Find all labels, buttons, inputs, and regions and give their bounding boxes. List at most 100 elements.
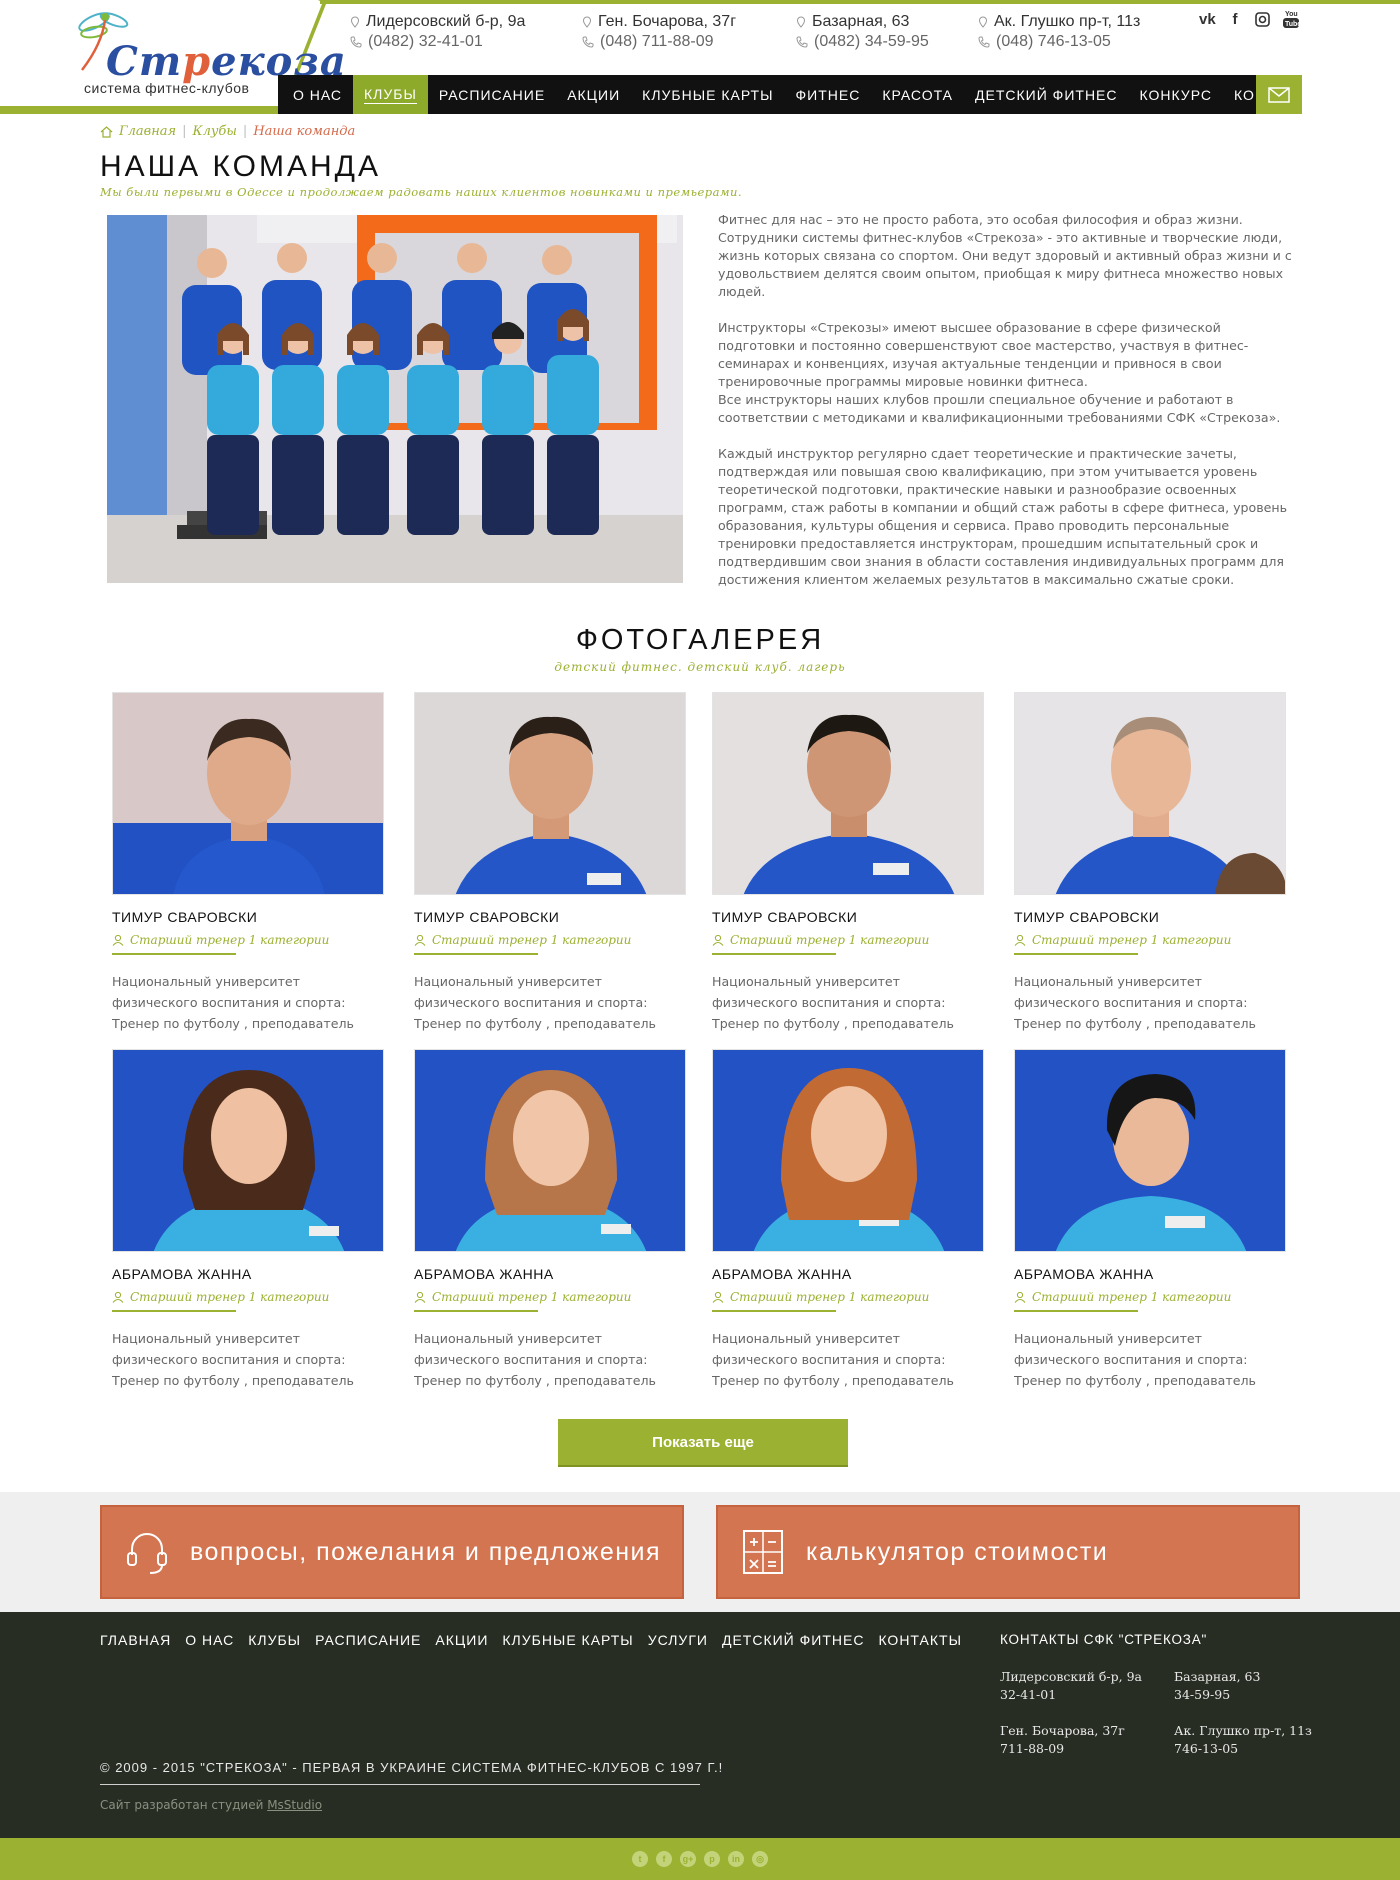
trainer-card[interactable]: ТИМУР СВАРОВСКИ Старший тренер 1 категор…	[1014, 692, 1286, 1034]
footer-contact: Лидерсовский б-р, 9а 32-41-01	[1000, 1668, 1142, 1704]
nav-item-beauty[interactable]: КРАСОТА	[871, 75, 964, 114]
trainer-portrait	[113, 1050, 383, 1251]
trainer-portrait	[713, 693, 983, 894]
trainer-description: Национальный университет физического вос…	[414, 1331, 656, 1388]
price-calculator-button[interactable]: калькулятор стоимости	[716, 1505, 1300, 1599]
user-icon	[112, 934, 124, 946]
club-address-3: Базарная, 63 (0482) 34-59-95	[796, 12, 929, 52]
footer-nav-club-cards[interactable]: КЛУБНЫЕ КАРТЫ	[502, 1632, 633, 1648]
trainer-role: Старший тренер 1 категории	[112, 933, 384, 947]
calculator-label: калькулятор стоимости	[806, 1537, 1109, 1566]
twitter-icon[interactable]: t	[632, 1851, 648, 1867]
home-icon[interactable]	[100, 125, 113, 138]
trainer-description: Национальный университет физического вос…	[112, 1331, 354, 1388]
footer-contact-phone[interactable]: 34-59-95	[1174, 1686, 1260, 1704]
trainer-description: Национальный университет физического вос…	[414, 974, 656, 1031]
trainer-name[interactable]: АБРАМОВА ЖАННА	[112, 1266, 384, 1282]
linkedin-icon[interactable]: in	[728, 1851, 744, 1867]
trainer-photo[interactable]	[414, 692, 686, 895]
developer-link[interactable]: MsStudio	[267, 1798, 322, 1812]
trainer-card[interactable]: ТИМУР СВАРОВСКИ Старший тренер 1 категор…	[712, 692, 984, 1034]
trainer-role: Старший тренер 1 категории	[712, 933, 984, 947]
trainer-photo[interactable]	[712, 692, 984, 895]
show-more-button[interactable]: Показать еще	[558, 1419, 848, 1467]
pinterest-icon[interactable]: p	[704, 1851, 720, 1867]
footer-nav-promotions[interactable]: АКЦИИ	[435, 1632, 488, 1648]
facebook-icon[interactable]: f	[1227, 11, 1243, 28]
instagram-icon[interactable]	[1255, 11, 1270, 27]
club-phone[interactable]: (0482) 32-41-01	[368, 33, 483, 51]
trainer-role: Старший тренер 1 категории	[1014, 1290, 1286, 1304]
footer-contact-phone[interactable]: 711-88-09	[1000, 1740, 1125, 1758]
club-phone[interactable]: (048) 711-88-09	[600, 33, 714, 51]
trainer-card[interactable]: АБРАМОВА ЖАННА Старший тренер 1 категори…	[1014, 1049, 1286, 1391]
trainer-photo[interactable]	[1014, 1049, 1286, 1252]
breadcrumb-home[interactable]: Главная	[119, 124, 176, 139]
nav-item-fitness[interactable]: ФИТНЕС	[784, 75, 871, 114]
trainer-card[interactable]: АБРАМОВА ЖАННА Старший тренер 1 категори…	[414, 1049, 686, 1391]
nav-item-about[interactable]: О НАС	[282, 75, 353, 114]
nav-item-kids-fitness[interactable]: ДЕТСКИЙ ФИТНЕС	[964, 75, 1128, 114]
map-pin-icon	[350, 16, 360, 28]
nav-item-contest[interactable]: КОНКУРС	[1129, 75, 1224, 114]
mail-button[interactable]	[1256, 75, 1302, 114]
page-subtitle: Мы были первыми в Одессе и продолжаем ра…	[100, 185, 743, 199]
trainer-name[interactable]: ТИМУР СВАРОВСКИ	[1014, 909, 1286, 925]
footer-nav-services[interactable]: УСЛУГИ	[648, 1632, 708, 1648]
youtube-icon[interactable]: You Tube	[1282, 8, 1300, 30]
trainer-name[interactable]: ТИМУР СВАРОВСКИ	[112, 909, 384, 925]
vk-icon[interactable]: vk	[1199, 11, 1216, 28]
nav-item-club-cards[interactable]: КЛУБНЫЕ КАРТЫ	[631, 75, 784, 114]
trainer-photo[interactable]	[1014, 692, 1286, 895]
trainer-photo[interactable]	[112, 1049, 384, 1252]
club-phone[interactable]: (048) 746-13-05	[996, 33, 1111, 51]
map-pin-icon	[796, 16, 806, 28]
club-address: Базарная, 63	[812, 13, 910, 30]
intro-text: Фитнес для нас – это не просто работа, э…	[718, 211, 1294, 607]
feedback-button[interactable]: вопросы, пожелания и предложения	[100, 1505, 684, 1599]
club-address: Ген. Бочарова, 37г	[598, 13, 737, 30]
trainer-photo[interactable]	[712, 1049, 984, 1252]
phone-icon	[796, 36, 808, 48]
trainer-card[interactable]: ТИМУР СВАРОВСКИ Старший тренер 1 категор…	[112, 692, 384, 1034]
trainer-role: Старший тренер 1 категории	[112, 1290, 384, 1304]
map-pin-icon	[582, 16, 592, 28]
header-accent-line	[320, 0, 1400, 4]
card-divider	[112, 953, 236, 955]
header-socials: vk f You Tube	[1199, 8, 1300, 30]
footer-nav-schedule[interactable]: РАСПИСАНИЕ	[315, 1632, 421, 1648]
header-accent-band	[0, 106, 290, 114]
card-divider	[712, 1310, 836, 1312]
trainer-card[interactable]: АБРАМОВА ЖАННА Старший тренер 1 категори…	[112, 1049, 384, 1391]
trainer-card[interactable]: ТИМУР СВАРОВСКИ Старший тренер 1 категор…	[414, 692, 686, 1034]
logo[interactable]: Стрекоза система фитнес-клубов	[72, 4, 346, 96]
nav-item-promotions[interactable]: АКЦИИ	[556, 75, 631, 114]
club-address: Лидерсовский б-р, 9а	[366, 13, 526, 30]
footer-nav-clubs[interactable]: КЛУБЫ	[248, 1632, 301, 1648]
trainer-portrait	[113, 693, 383, 894]
card-divider	[1014, 1310, 1138, 1312]
club-phone[interactable]: (0482) 34-59-95	[814, 33, 929, 51]
trainer-name[interactable]: ТИМУР СВАРОВСКИ	[712, 909, 984, 925]
facebook-icon[interactable]: f	[656, 1851, 672, 1867]
footer-divider	[100, 1784, 700, 1785]
trainer-photo[interactable]	[414, 1049, 686, 1252]
footer-nav-contacts[interactable]: КОНТАКТЫ	[878, 1632, 962, 1648]
trainer-name[interactable]: АБРАМОВА ЖАННА	[1014, 1266, 1286, 1282]
footer-nav-kids-fitness[interactable]: ДЕТСКИЙ ФИТНЕС	[722, 1632, 864, 1648]
breadcrumb-clubs[interactable]: Клубы	[193, 124, 237, 139]
trainer-card[interactable]: АБРАМОВА ЖАННА Старший тренер 1 категори…	[712, 1049, 984, 1391]
trainer-name[interactable]: ТИМУР СВАРОВСКИ	[414, 909, 686, 925]
footer-nav-home[interactable]: ГЛАВНАЯ	[100, 1632, 171, 1648]
footer-nav-about[interactable]: О НАС	[185, 1632, 234, 1648]
trainer-photo[interactable]	[112, 692, 384, 895]
footer-contact-phone[interactable]: 32-41-01	[1000, 1686, 1142, 1704]
page-title: НАША КОМАНДА	[100, 150, 381, 183]
trainer-name[interactable]: АБРАМОВА ЖАННА	[414, 1266, 686, 1282]
trainer-name[interactable]: АБРАМОВА ЖАННА	[712, 1266, 984, 1282]
dribbble-icon[interactable]: ◎	[752, 1851, 768, 1867]
footer-contact-phone[interactable]: 746-13-05	[1174, 1740, 1312, 1758]
nav-item-clubs[interactable]: КЛУБЫ	[353, 75, 428, 114]
nav-item-schedule[interactable]: РАСПИСАНИЕ	[428, 75, 556, 114]
google-plus-icon[interactable]: g+	[680, 1851, 696, 1867]
